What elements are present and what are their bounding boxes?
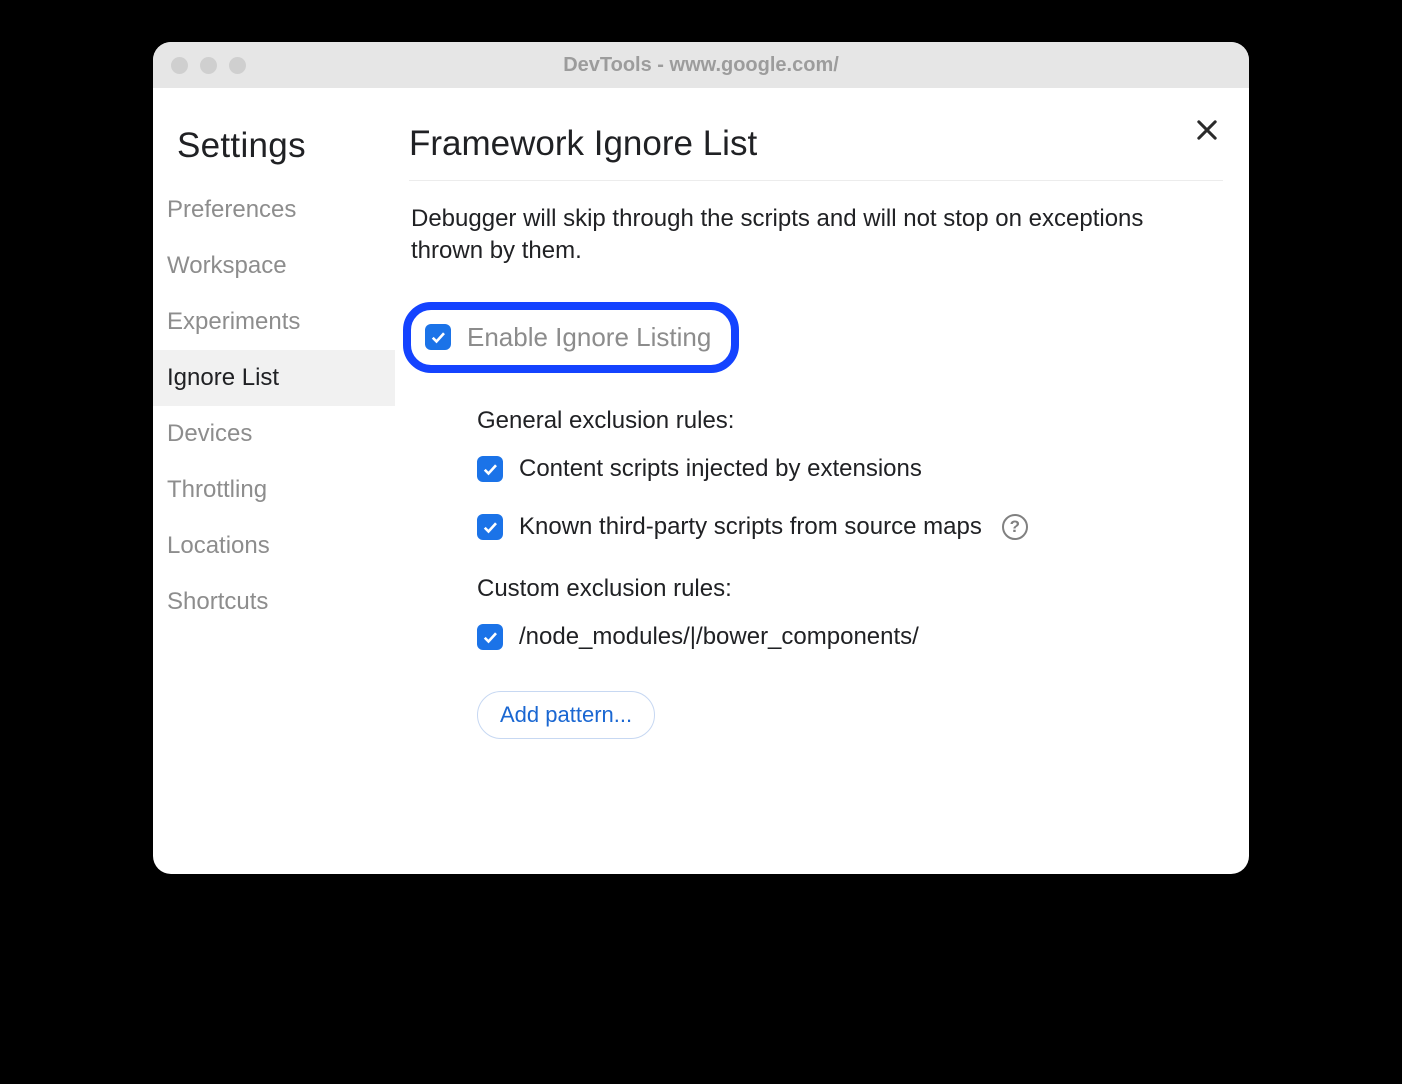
rule-content-scripts-checkbox[interactable] <box>477 456 503 482</box>
settings-main: Framework Ignore List Debugger will skip… <box>395 114 1249 874</box>
sidebar-item-throttling[interactable]: Throttling <box>153 462 395 518</box>
sidebar-item-shortcuts[interactable]: Shortcuts <box>153 574 395 630</box>
rule-third-party: Known third-party scripts from source ma… <box>477 513 1229 541</box>
general-exclusion-section: General exclusion rules: Content scripts… <box>409 407 1229 541</box>
sidebar-item-preferences[interactable]: Preferences <box>153 182 395 238</box>
rule-third-party-checkbox[interactable] <box>477 514 503 540</box>
settings-body: Settings Preferences Workspace Experimen… <box>153 88 1249 874</box>
traffic-lights <box>153 57 246 74</box>
sidebar-item-experiments[interactable]: Experiments <box>153 294 395 350</box>
add-pattern-button[interactable]: Add pattern... <box>477 691 655 739</box>
general-exclusion-heading: General exclusion rules: <box>477 407 1229 435</box>
window-title: DevTools - www.google.com/ <box>153 54 1249 77</box>
titlebar: DevTools - www.google.com/ <box>153 42 1249 88</box>
devtools-settings-window: DevTools - www.google.com/ Settings Pref… <box>153 42 1249 874</box>
page-description: Debugger will skip through the scripts a… <box>409 181 1229 268</box>
custom-rule-checkbox[interactable] <box>477 624 503 650</box>
help-icon[interactable]: ? <box>1002 514 1028 540</box>
page-title: Framework Ignore List <box>409 124 1223 181</box>
enable-ignore-listing-label: Enable Ignore Listing <box>467 322 711 353</box>
traffic-light-minimize[interactable] <box>200 57 217 74</box>
custom-rule-label: /node_modules/|/bower_components/ <box>519 623 919 651</box>
sidebar-title: Settings <box>153 126 395 182</box>
settings-sidebar: Settings Preferences Workspace Experimen… <box>153 114 395 874</box>
custom-exclusion-section: Custom exclusion rules: /node_modules/|/… <box>409 575 1229 739</box>
enable-ignore-listing-checkbox[interactable] <box>425 324 451 350</box>
rule-content-scripts: Content scripts injected by extensions <box>477 455 1229 483</box>
custom-rule-row: /node_modules/|/bower_components/ <box>477 623 1229 651</box>
traffic-light-close[interactable] <box>171 57 188 74</box>
traffic-light-zoom[interactable] <box>229 57 246 74</box>
sidebar-item-workspace[interactable]: Workspace <box>153 238 395 294</box>
enable-ignore-listing-highlight: Enable Ignore Listing <box>403 302 739 373</box>
custom-exclusion-heading: Custom exclusion rules: <box>477 575 1229 603</box>
rule-content-scripts-label: Content scripts injected by extensions <box>519 455 922 483</box>
sidebar-item-locations[interactable]: Locations <box>153 518 395 574</box>
sidebar-item-devices[interactable]: Devices <box>153 406 395 462</box>
close-icon[interactable] <box>1193 116 1221 144</box>
sidebar-item-ignore-list[interactable]: Ignore List <box>153 350 395 406</box>
rule-third-party-label: Known third-party scripts from source ma… <box>519 513 982 541</box>
